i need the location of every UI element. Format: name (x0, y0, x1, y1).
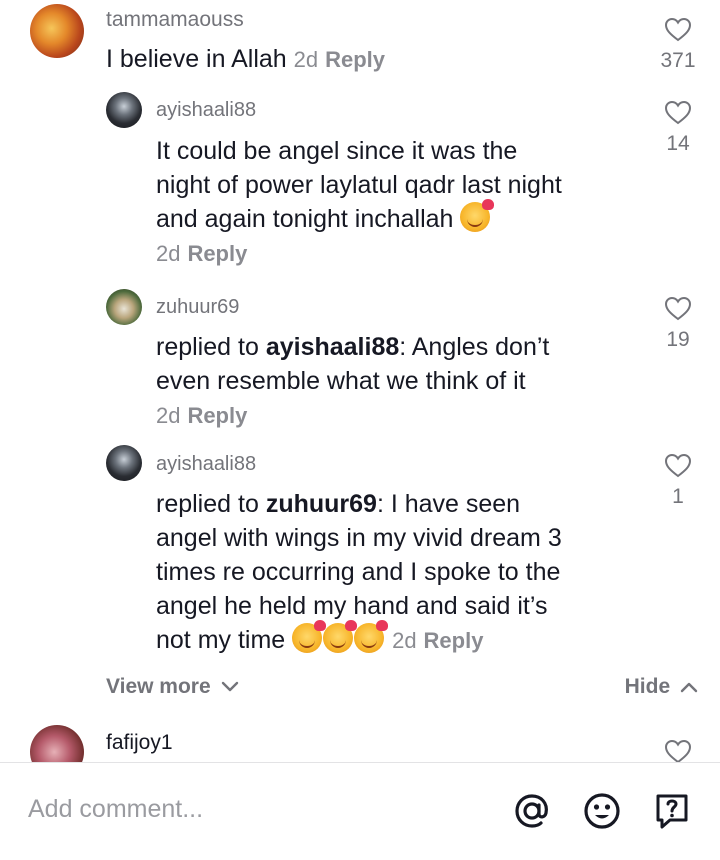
heart-icon (664, 740, 692, 762)
comment-text: I believe in Allah 2d Reply (106, 42, 646, 77)
smiling-hearts-emoji-icon (460, 199, 495, 232)
heart-icon (664, 453, 692, 478)
comment-time: 2d (156, 241, 181, 266)
comment-username[interactable]: zuhuur69 (156, 296, 239, 319)
avatar[interactable] (106, 92, 142, 128)
comment-username[interactable]: fafijoy1 (106, 731, 173, 755)
comment-username[interactable]: tammamaouss (106, 8, 244, 32)
avatar[interactable] (30, 4, 84, 58)
comment-line: night of power laylatul qadr last night (156, 171, 562, 199)
like-button[interactable]: 1 (648, 453, 708, 509)
replied-to-prefix: replied to (156, 490, 259, 518)
at-mention-icon[interactable] (512, 791, 552, 831)
comment-body: I believe in Allah (106, 45, 287, 73)
heart-icon (664, 17, 692, 42)
comment-line: angel he held my hand and said it’s (156, 592, 548, 620)
like-button[interactable]: 19 (648, 296, 708, 352)
comment-line: times re occurring and I spoke to the (156, 558, 561, 586)
add-comment-input[interactable]: Add comment... (28, 795, 203, 824)
like-count: 19 (666, 328, 690, 351)
comment-time: 2d (156, 403, 181, 428)
like-count: 1 (672, 485, 684, 508)
comment-line: angel with wings in my vivid dream 3 (156, 524, 562, 552)
comment-text: replied to zuhuur69: I have seen angel w… (156, 487, 636, 658)
smiling-hearts-emoji-icon (323, 620, 358, 653)
replied-to-user[interactable]: ayishaali88 (266, 333, 399, 361)
like-count: 14 (666, 132, 690, 155)
reply-button[interactable]: Reply (187, 241, 247, 266)
hide-label: Hide (624, 675, 671, 698)
avatar[interactable] (106, 445, 142, 481)
avatar[interactable] (106, 289, 142, 325)
comment-time: 2d (293, 47, 319, 72)
comment-line: It could be angel since it was the (156, 137, 518, 165)
like-button[interactable] (648, 740, 708, 762)
like-button[interactable]: 371 (648, 17, 708, 73)
emoji-icon[interactable] (582, 791, 622, 831)
comment-text: It could be angel since it was the night… (156, 134, 636, 271)
heart-icon (664, 296, 692, 321)
comment-username[interactable]: ayishaali88 (156, 453, 256, 476)
hide-replies-button[interactable]: Hide (625, 675, 698, 699)
comment-line: not my time (156, 626, 286, 654)
view-more-label: View more (106, 675, 211, 698)
comment-username[interactable]: ayishaali88 (156, 99, 256, 122)
like-count: 371 (660, 49, 696, 72)
chevron-up-icon (680, 683, 698, 693)
like-button[interactable]: 14 (648, 100, 708, 156)
question-icon[interactable] (652, 791, 692, 831)
reply-button[interactable]: Reply (424, 628, 484, 653)
comment-line: and again tonight inchallah (156, 205, 454, 233)
replied-to-prefix: replied to (156, 333, 259, 361)
comment-line: : I have seen (376, 490, 521, 518)
comment-text: replied to ayishaali88: Angles don’t eve… (156, 330, 636, 433)
smiling-hearts-emoji-icon (292, 620, 327, 653)
heart-icon (664, 100, 692, 125)
reply-button[interactable]: Reply (325, 47, 385, 72)
smiling-hearts-emoji-icon (354, 620, 389, 653)
reply-button[interactable]: Reply (187, 403, 247, 428)
comment-input-bar: Add comment... (0, 763, 720, 860)
replied-to-user[interactable]: zuhuur69 (266, 490, 377, 518)
chevron-down-icon (221, 682, 238, 692)
comment-line: even resemble what we think of it (156, 367, 526, 395)
comment-time: 2d (392, 628, 417, 653)
view-more-button[interactable]: View more (106, 675, 239, 699)
comment-line: : Angles don’t (399, 333, 550, 361)
